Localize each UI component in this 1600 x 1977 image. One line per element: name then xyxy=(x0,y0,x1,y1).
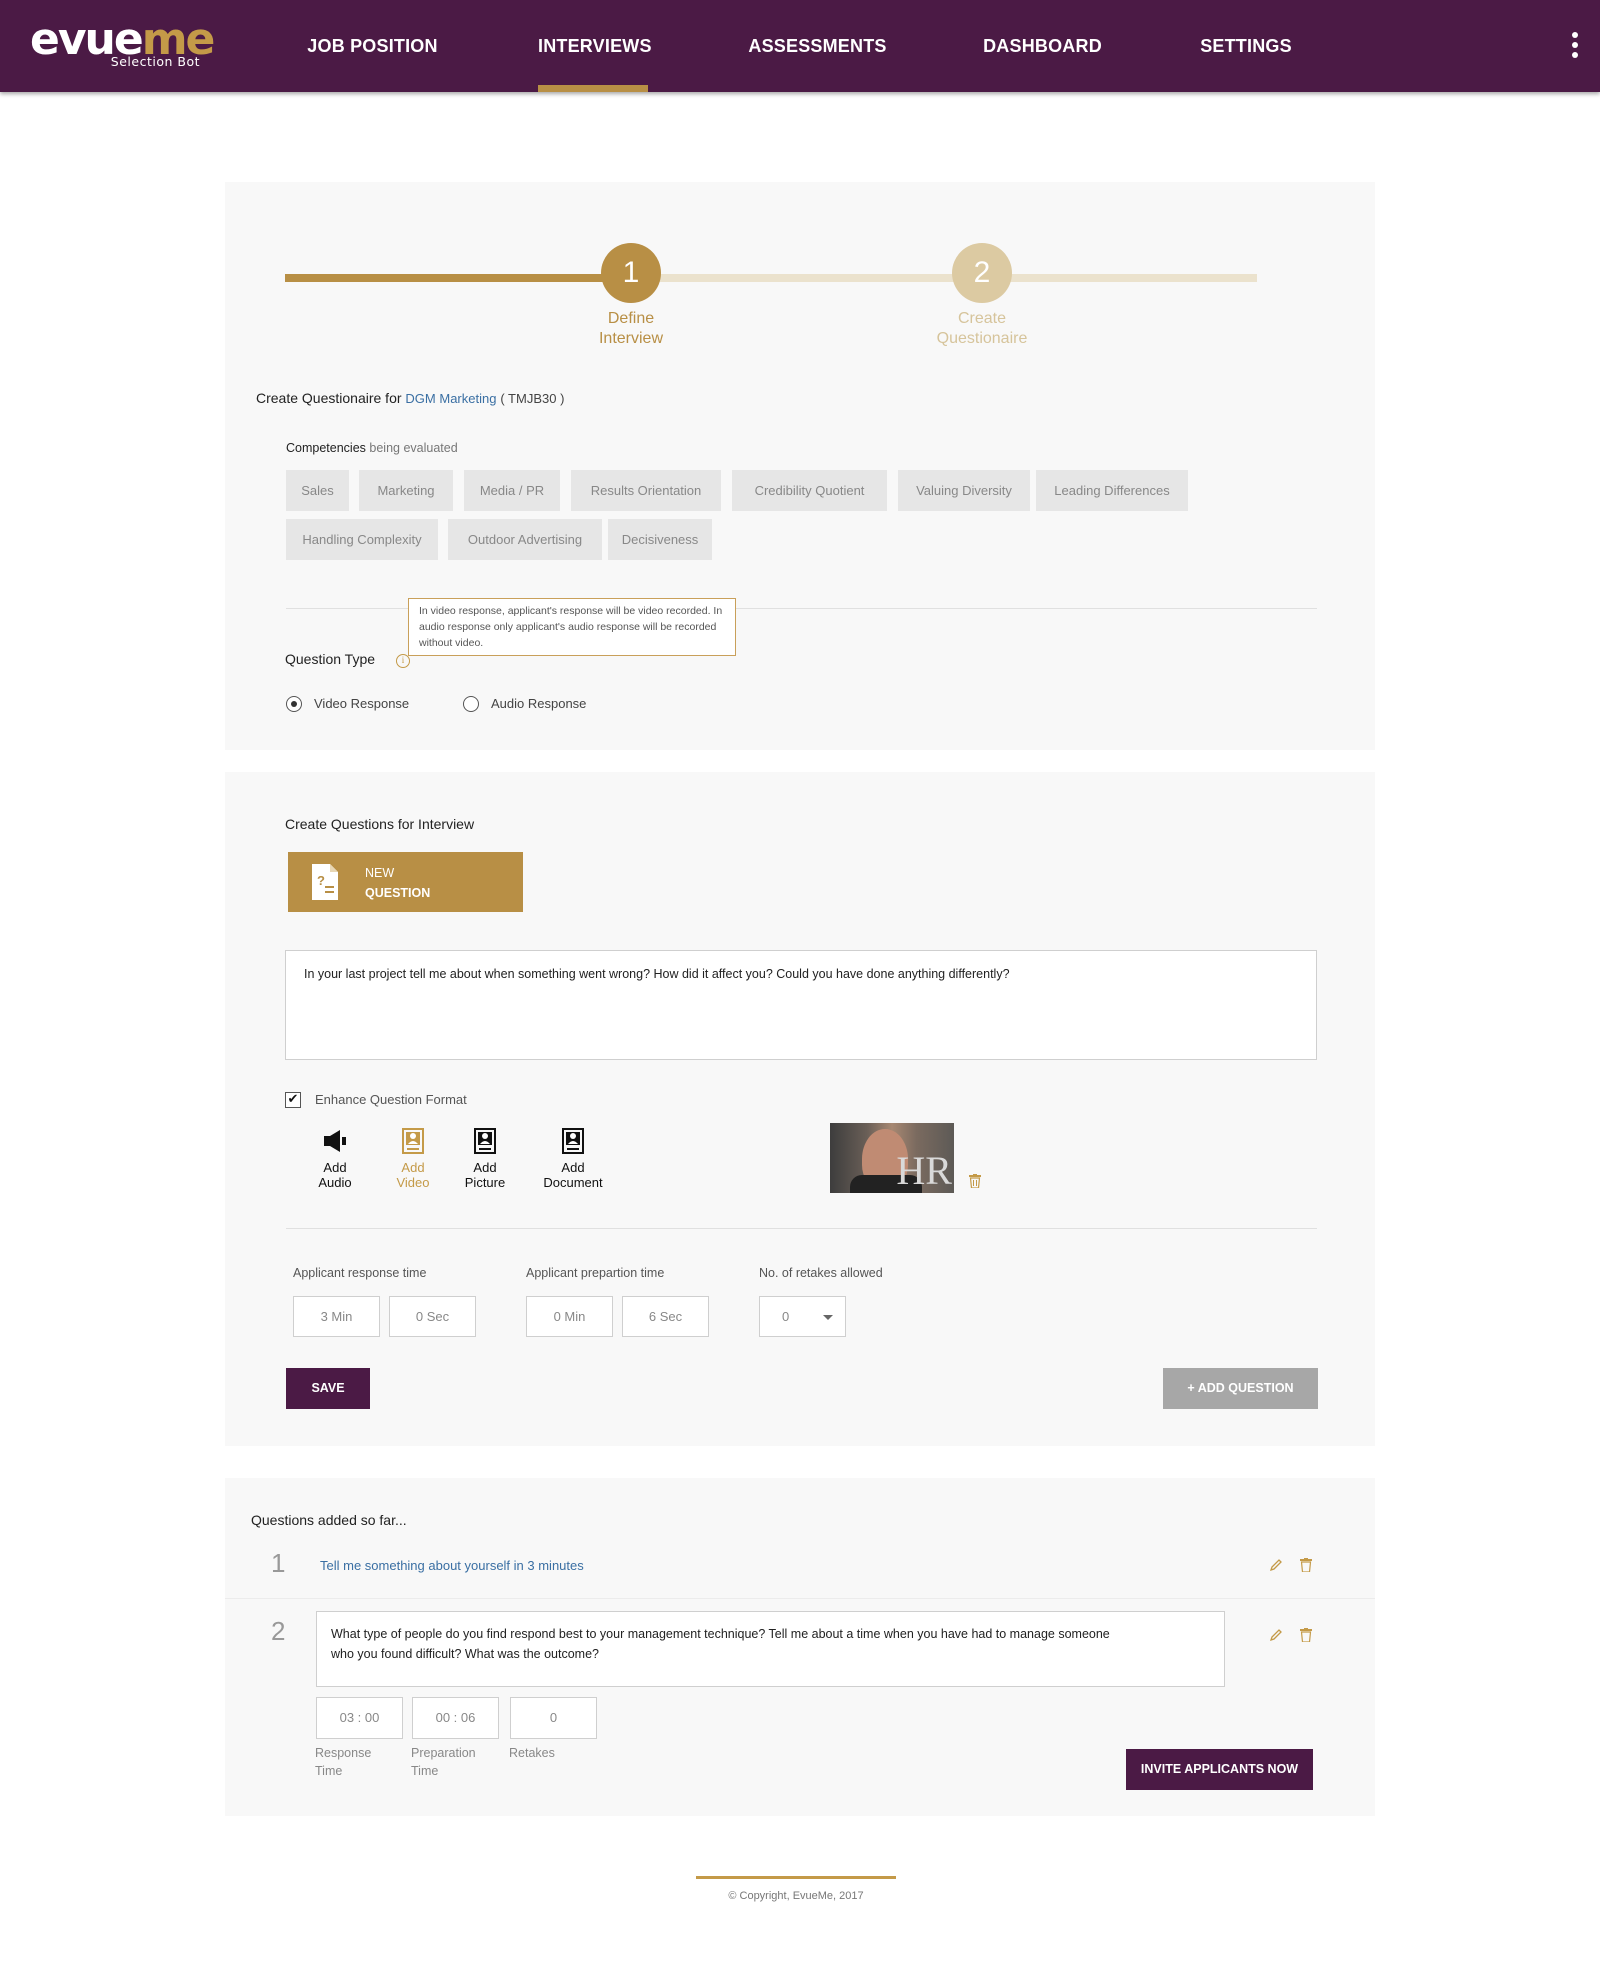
footer-copyright: © Copyright, EvueMe, 2017 xyxy=(728,1890,864,1902)
retakes-box[interactable]: 0 xyxy=(510,1697,597,1739)
questions-added-title: Questions added so far... xyxy=(251,1512,407,1528)
response-time-caption: Response Time xyxy=(315,1746,372,1778)
question-document-icon: ? xyxy=(312,864,338,900)
retakes-caption: Retakes xyxy=(509,1746,555,1760)
info-icon[interactable]: i xyxy=(396,654,410,668)
nav-settings[interactable]: SETTINGS xyxy=(1195,0,1297,92)
competency-chip: Decisiveness xyxy=(608,519,712,560)
competency-chip: Leading Differences xyxy=(1036,470,1188,511)
nav-job-position[interactable]: JOB POSITION xyxy=(300,0,445,92)
position-code: ( TMJB30 ) xyxy=(500,391,565,406)
response-min-input[interactable]: 3 Min xyxy=(293,1296,380,1337)
stepper-progress-done xyxy=(285,274,615,282)
nav-dashboard[interactable]: DASHBOARD xyxy=(980,0,1105,92)
enhance-format-checkbox[interactable]: ✔ xyxy=(285,1092,301,1108)
delete-trash-icon[interactable] xyxy=(1300,1558,1312,1572)
prep-time-caption: Preparation Time xyxy=(411,1746,476,1778)
question-type-tooltip: In video response, applicant's response … xyxy=(408,598,736,656)
prep-sec-input[interactable]: 6 Sec xyxy=(622,1296,709,1337)
step-2-circle[interactable]: 2 xyxy=(952,243,1012,303)
evueme-logo[interactable]: evueme Selection Bot xyxy=(30,10,215,76)
svg-text:?: ? xyxy=(317,873,325,888)
retakes-select[interactable]: 0 xyxy=(759,1296,846,1337)
question-2-text[interactable]: What type of people do you find respond … xyxy=(316,1611,1225,1687)
response-time-box[interactable]: 03 : 00 xyxy=(316,1697,403,1739)
edit-pencil-icon[interactable] xyxy=(1269,1558,1283,1572)
nav-interviews[interactable]: INTERVIEWS xyxy=(538,0,651,92)
prep-time-label: Applicant prepartion time xyxy=(526,1266,665,1280)
video-response-label[interactable]: Video Response xyxy=(314,696,409,711)
add-document-button[interactable]: Add Document xyxy=(528,1128,618,1190)
section-divider xyxy=(286,1228,1317,1229)
competencies-label: Competencies being evaluated xyxy=(286,441,458,455)
video-response-radio[interactable] xyxy=(286,696,302,712)
response-sec-input[interactable]: 0 Sec xyxy=(389,1296,476,1337)
response-time-label: Applicant response time xyxy=(293,1266,427,1280)
chevron-down-icon xyxy=(823,1315,833,1320)
position-link[interactable]: DGM Marketing xyxy=(405,391,496,406)
step-1-circle[interactable]: 1 xyxy=(601,243,661,303)
questions-added-panel: Questions added so far... 1 Tell me some… xyxy=(225,1478,1375,1816)
retakes-label: No. of retakes allowed xyxy=(759,1266,883,1280)
question-textarea[interactable]: In your last project tell me about when … xyxy=(285,950,1317,1060)
prep-min-input[interactable]: 0 Min xyxy=(526,1296,613,1337)
kebab-menu-icon[interactable] xyxy=(1570,32,1580,62)
add-audio-button[interactable]: Add Audio xyxy=(290,1128,380,1190)
audio-response-label[interactable]: Audio Response xyxy=(491,696,586,711)
new-question-button[interactable]: ? NEW QUESTION xyxy=(288,852,523,912)
add-question-button[interactable]: + ADD QUESTION xyxy=(1163,1368,1318,1409)
question-number: 2 xyxy=(271,1616,286,1646)
question-1-text[interactable]: Tell me something about yourself in 3 mi… xyxy=(320,1558,584,1573)
competency-chip: Media / PR xyxy=(464,470,560,511)
step-2-label: Create Questionaire xyxy=(936,310,1028,347)
define-interview-panel: 1 2 Define Interview Create Questionaire C… xyxy=(225,182,1375,750)
invite-applicants-button[interactable]: INVITE APPLICANTS NOW xyxy=(1126,1749,1313,1790)
create-questions-panel: Create Questions for Interview ? NEW QUES… xyxy=(225,772,1375,1446)
save-button[interactable]: SAVE xyxy=(286,1368,370,1409)
picture-icon xyxy=(474,1128,496,1154)
enhance-format-label[interactable]: Enhance Question Format xyxy=(315,1092,467,1107)
competency-chip: Sales xyxy=(286,470,349,511)
footer-rule xyxy=(696,1876,896,1879)
question-number: 1 xyxy=(271,1548,286,1578)
stepper-progress-pending xyxy=(615,274,1257,282)
competency-chip: Credibility Quotient xyxy=(732,470,887,511)
create-questions-title: Create Questions for Interview xyxy=(285,816,475,832)
delete-trash-icon[interactable] xyxy=(1300,1628,1312,1642)
document-icon xyxy=(562,1128,584,1154)
video-icon xyxy=(402,1128,424,1154)
competency-chip: Results Orientation xyxy=(571,470,721,511)
row-divider xyxy=(225,1598,1375,1599)
competency-chip: Handling Complexity xyxy=(286,519,438,560)
edit-pencil-icon[interactable] xyxy=(1269,1628,1283,1642)
question-type-label: Question Type xyxy=(285,651,376,667)
questionnaire-title: Create Questionaire for DGM Marketing ( … xyxy=(256,390,565,406)
competency-chip: Outdoor Advertising xyxy=(448,519,602,560)
audio-response-radio[interactable] xyxy=(463,696,479,712)
speaker-icon xyxy=(324,1130,346,1152)
competency-chip: Valuing Diversity xyxy=(898,470,1030,511)
top-navbar: evueme Selection Bot JOB POSITION INTERV… xyxy=(0,0,1600,92)
video-thumbnail[interactable]: HR xyxy=(830,1123,954,1193)
competency-chip: Marketing xyxy=(359,470,453,511)
prep-time-box[interactable]: 00 : 06 xyxy=(412,1697,499,1739)
delete-media-trash-icon[interactable] xyxy=(969,1174,981,1188)
step-1-label: Define Interview xyxy=(598,310,664,347)
add-picture-button[interactable]: Add Picture xyxy=(440,1128,530,1190)
logo-tagline: Selection Bot xyxy=(110,54,200,69)
nav-assessments[interactable]: ASSESSMENTS xyxy=(745,0,890,92)
